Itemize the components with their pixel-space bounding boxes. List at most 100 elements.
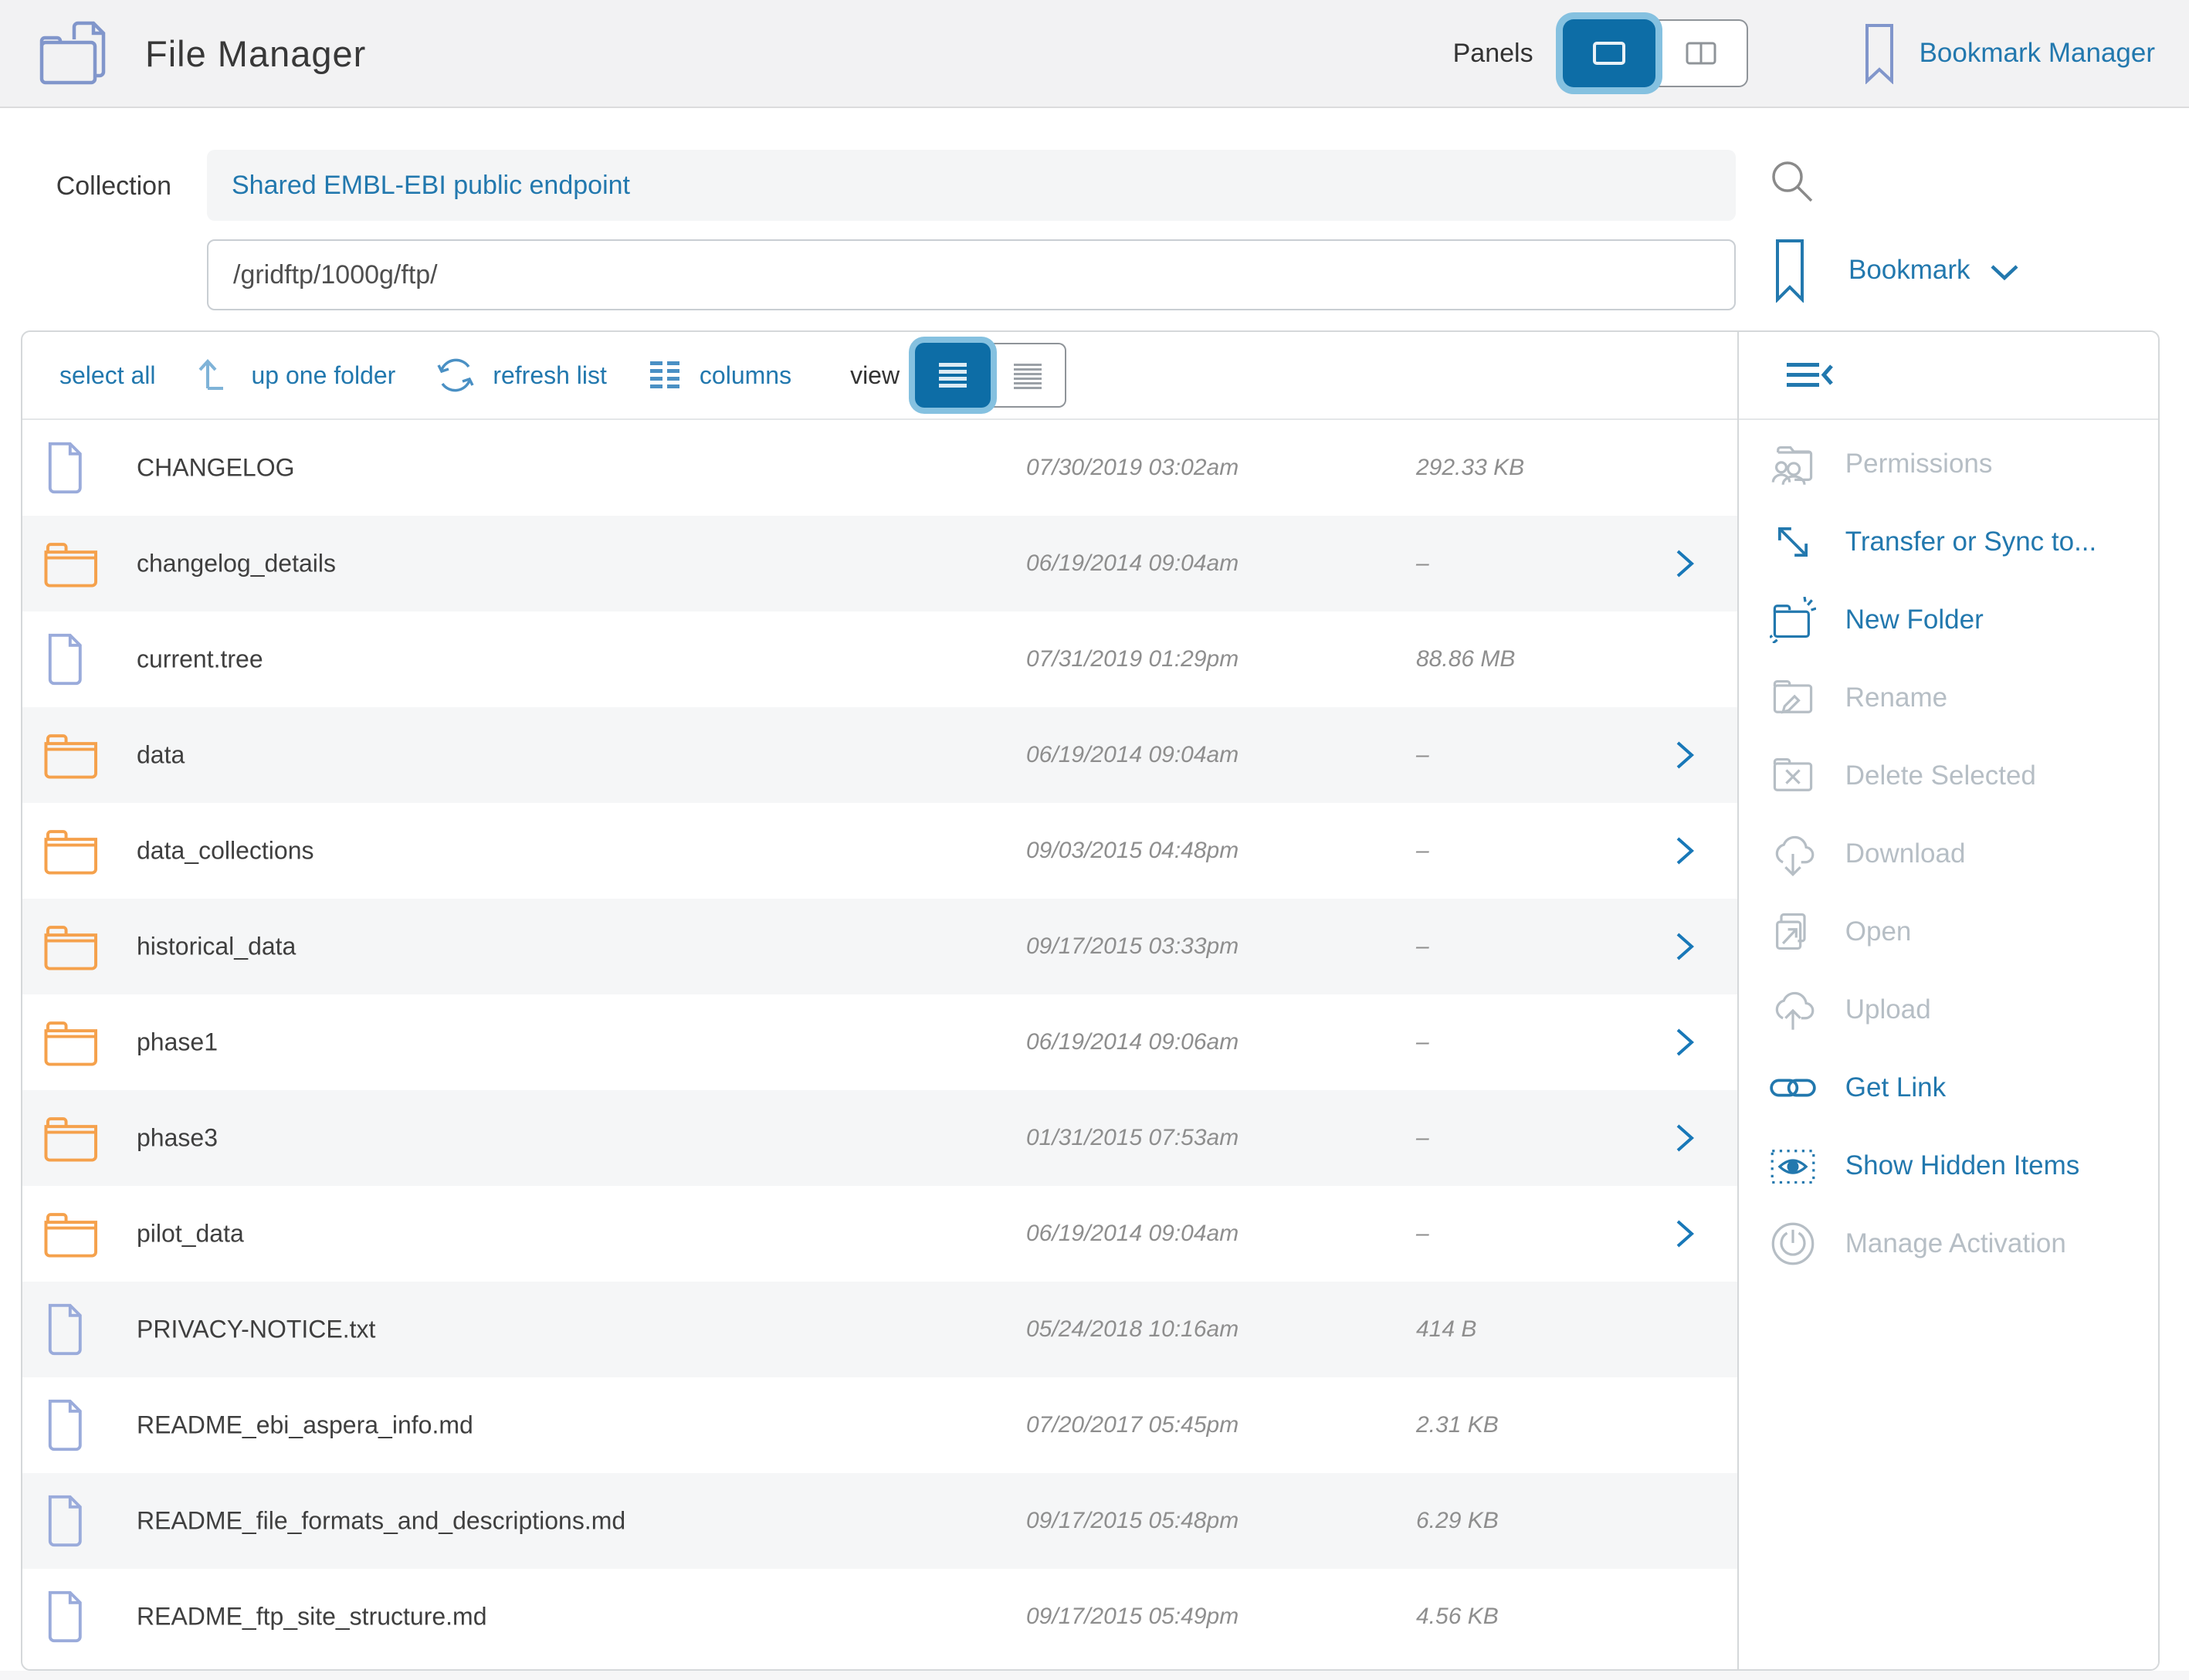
columns-icon	[647, 357, 683, 393]
file-icon	[44, 1399, 84, 1451]
file-row-phase3[interactable]: phase3 01/31/2015 07:53am –	[22, 1090, 1737, 1186]
file-row-historical_data[interactable]: historical_data 09/17/2015 03:33pm –	[22, 899, 1737, 994]
page-bottom-strip	[0, 1671, 2189, 1680]
page-title: File Manager	[145, 32, 366, 75]
file-row-README_ebi_aspera_info.md[interactable]: README_ebi_aspera_info.md 07/20/2017 05:…	[22, 1377, 1737, 1473]
file-icon	[44, 1303, 84, 1356]
file-size: –	[1416, 838, 1429, 864]
file-row-README_ftp_site_structure.md[interactable]: README_ftp_site_structure.md 09/17/2015 …	[22, 1569, 1737, 1665]
download-icon	[1768, 831, 1818, 877]
file-modified-date: 07/20/2017 05:45pm	[1026, 1412, 1239, 1438]
view-label: view	[850, 361, 900, 390]
file-row-CHANGELOG[interactable]: CHANGELOG 07/30/2019 03:02am 292.33 KB	[22, 420, 1737, 516]
sidebar-item-transfer-or-sync[interactable]: Transfer or Sync to...	[1739, 503, 2158, 581]
open-folder-chevron-icon[interactable]	[1675, 835, 1696, 866]
collapse-sidebar-button[interactable]	[1785, 360, 1835, 391]
file-icon	[44, 1495, 84, 1547]
file-row-README_file_formats_and_descriptions.md[interactable]: README_file_formats_and_descriptions.md …	[22, 1473, 1737, 1569]
panels-toggle	[1563, 19, 1748, 87]
open-folder-chevron-icon[interactable]	[1675, 931, 1696, 962]
bookmark-manager-button[interactable]: Bookmark Manager	[1864, 22, 2155, 84]
bookmark-manager-label: Bookmark Manager	[1920, 38, 2155, 69]
single-panel-button[interactable]	[1563, 19, 1655, 87]
file-modified-date: 07/31/2019 01:29pm	[1026, 646, 1239, 672]
get-link-icon	[1768, 1065, 1818, 1111]
file-row-current.tree[interactable]: current.tree 07/31/2019 01:29pm 88.86 MB	[22, 611, 1737, 707]
sidebar-item-rename[interactable]: Rename	[1739, 659, 2158, 737]
file-row-data[interactable]: data 06/19/2014 09:04am –	[22, 707, 1737, 803]
open-icon	[1768, 909, 1818, 955]
show-hidden-icon	[1768, 1143, 1818, 1189]
list-view-button[interactable]	[915, 343, 991, 408]
sidebar-item-show-hidden-items[interactable]: Show Hidden Items	[1739, 1126, 2158, 1204]
file-name: changelog_details	[137, 550, 336, 578]
delete-icon	[1768, 753, 1818, 799]
compact-view-button[interactable]	[991, 343, 1066, 408]
file-size: –	[1416, 933, 1429, 960]
up-one-folder-icon	[196, 356, 235, 395]
compact-view-icon	[1012, 361, 1043, 389]
file-name: phase3	[137, 1124, 218, 1153]
list-view-icon	[937, 361, 968, 389]
columns-button[interactable]: columns	[647, 357, 791, 393]
up-one-folder-button[interactable]: up one folder	[196, 356, 396, 395]
file-row-phase1[interactable]: phase1 06/19/2014 09:06am –	[22, 994, 1737, 1090]
file-size: –	[1416, 1125, 1429, 1151]
path-value: /gridftp/1000g/ftp/	[233, 260, 438, 290]
file-name: CHANGELOG	[137, 454, 294, 483]
sidebar-item-upload[interactable]: Upload	[1739, 970, 2158, 1048]
file-name: PRIVACY-NOTICE.txt	[137, 1316, 375, 1344]
file-size: 292.33 KB	[1416, 455, 1524, 481]
file-list: CHANGELOG 07/30/2019 03:02am 292.33 KB c…	[22, 420, 1737, 1669]
sidebar-item-permissions[interactable]: Permissions	[1739, 425, 2158, 503]
file-icon	[44, 633, 84, 686]
file-toolbar: select all up one folder	[22, 332, 1737, 420]
file-row-changelog_details[interactable]: changelog_details 06/19/2014 09:04am –	[22, 516, 1737, 611]
open-folder-chevron-icon[interactable]	[1675, 1123, 1696, 1153]
file-row-data_collections[interactable]: data_collections 09/03/2015 04:48pm –	[22, 803, 1737, 899]
sidebar-item-delete-selected[interactable]: Delete Selected	[1739, 737, 2158, 815]
refresh-list-button[interactable]: refresh list	[435, 355, 607, 395]
file-size: 88.86 MB	[1416, 646, 1515, 672]
file-row-PRIVACY-NOTICE.txt[interactable]: PRIVACY-NOTICE.txt 05/24/2018 10:16am 41…	[22, 1282, 1737, 1377]
file-name: phase1	[137, 1028, 218, 1057]
file-name: data	[137, 741, 185, 770]
sidebar-item-download[interactable]: Download	[1739, 815, 2158, 892]
dual-panel-icon	[1683, 40, 1719, 66]
folder-icon	[44, 730, 100, 780]
rename-icon	[1768, 675, 1818, 721]
folder-icon	[44, 922, 100, 971]
dual-panel-button[interactable]	[1655, 19, 1748, 87]
open-folder-chevron-icon[interactable]	[1675, 1218, 1696, 1249]
file-row-pilot_data[interactable]: pilot_data 06/19/2014 09:04am –	[22, 1186, 1737, 1282]
bookmark-dropdown[interactable]: Bookmark	[1774, 238, 2020, 303]
collection-field[interactable]: Shared EMBL-EBI public endpoint	[207, 150, 1736, 221]
path-field[interactable]: /gridftp/1000g/ftp/	[207, 239, 1736, 310]
open-folder-chevron-icon[interactable]	[1675, 740, 1696, 771]
open-folder-chevron-icon[interactable]	[1675, 548, 1696, 579]
collection-label: Collection	[0, 171, 171, 202]
file-size: 414 B	[1416, 1316, 1476, 1343]
file-icon	[44, 442, 84, 494]
file-modified-date: 09/17/2015 05:49pm	[1026, 1604, 1239, 1630]
permissions-icon	[1768, 441, 1818, 487]
collapse-menu-icon	[1785, 360, 1835, 391]
folder-icon	[44, 1113, 100, 1163]
file-size: 6.29 KB	[1416, 1508, 1499, 1534]
file-modified-date: 06/19/2014 09:04am	[1026, 550, 1239, 577]
sidebar-item-new-folder[interactable]: New Folder	[1739, 581, 2158, 659]
sidebar-item-manage-activation[interactable]: Manage Activation	[1739, 1204, 2158, 1282]
select-all-button[interactable]: select all	[59, 361, 156, 390]
sidebar-item-open[interactable]: Open	[1739, 892, 2158, 970]
open-folder-chevron-icon[interactable]	[1675, 1027, 1696, 1058]
folder-icon	[44, 539, 100, 588]
main-panel: select all up one folder	[21, 330, 2160, 1671]
file-size: –	[1416, 550, 1429, 577]
file-list-pane: select all up one folder	[22, 332, 1737, 1669]
search-icon	[1768, 158, 1816, 205]
sidebar-item-get-link[interactable]: Get Link	[1739, 1048, 2158, 1126]
app-header: File Manager Panels Bookmark Manager	[0, 0, 2189, 108]
file-size: –	[1416, 1221, 1429, 1247]
search-button[interactable]	[1768, 158, 1816, 205]
refresh-icon	[435, 355, 476, 395]
